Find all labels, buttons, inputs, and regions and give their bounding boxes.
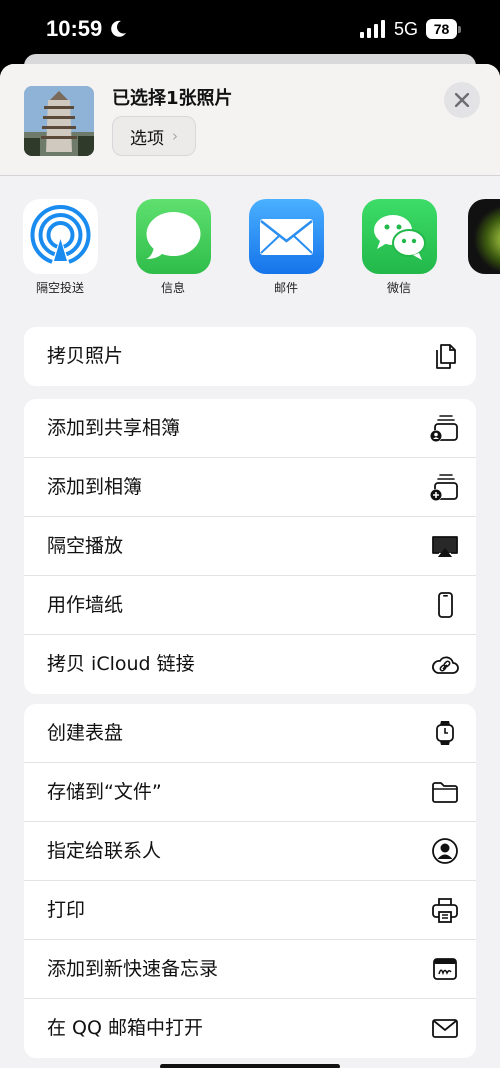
action-add-shared-album[interactable]: 添加到共享相簿 bbox=[24, 399, 476, 458]
action-label: 存储到“文件” bbox=[47, 781, 162, 803]
watch-icon bbox=[436, 721, 454, 745]
action-label: 创建表盘 bbox=[47, 722, 124, 744]
action-label: 拷贝 iCloud 链接 bbox=[47, 653, 195, 675]
contact-icon bbox=[432, 838, 458, 864]
home-indicator bbox=[160, 1064, 340, 1068]
copy-icon bbox=[436, 344, 456, 369]
signal-icon bbox=[360, 20, 385, 38]
action-label: 用作墙纸 bbox=[47, 594, 124, 616]
action-icloud-link[interactable]: 拷贝 iCloud 链接 bbox=[24, 635, 476, 694]
close-button[interactable] bbox=[444, 82, 480, 118]
action-assign-contact[interactable]: 指定给联系人 bbox=[24, 822, 476, 881]
add-album-icon bbox=[430, 474, 458, 501]
action-print[interactable]: 打印 bbox=[24, 881, 476, 940]
messages-icon bbox=[135, 199, 211, 274]
app-label-messages: 信息 bbox=[160, 281, 185, 295]
airdrop-icon bbox=[22, 199, 98, 274]
chevron-right-icon: › bbox=[172, 127, 178, 145]
app-label-airdrop: 隔空投送 bbox=[35, 281, 84, 295]
app-mail[interactable]: 邮件 bbox=[241, 199, 331, 296]
action-label: 打印 bbox=[47, 899, 86, 921]
battery-level: 78 bbox=[433, 21, 450, 37]
action-open-in-qqmail[interactable]: 在 QQ 邮箱中打开 bbox=[24, 999, 476, 1058]
app-messages[interactable]: 信息 bbox=[128, 199, 218, 296]
action-label: 添加到共享相簿 bbox=[47, 417, 181, 439]
options-button[interactable]: 选项 › bbox=[112, 116, 196, 156]
mail-icon bbox=[248, 199, 324, 274]
app-share-row: 隔空投送 信息 邮件 微信 bbox=[0, 199, 500, 299]
share-header: 已选择1张照片 选项 › bbox=[0, 64, 500, 176]
app-partial-next[interactable] bbox=[468, 199, 500, 274]
action-label: 在 QQ 邮箱中打开 bbox=[47, 1017, 203, 1039]
options-label: 选项 bbox=[130, 128, 164, 149]
app-airdrop[interactable]: 隔空投送 bbox=[15, 199, 105, 296]
envelope-icon bbox=[432, 1019, 458, 1038]
app-label-mail: 邮件 bbox=[273, 281, 298, 295]
action-save-to-files[interactable]: 存储到“文件” bbox=[24, 763, 476, 822]
action-group-share: 添加到共享相簿 添加到相簿 隔空播放 用作墙纸 拷贝 iCloud 链接 bbox=[24, 399, 476, 694]
share-sheet: 已选择1张照片 选项 › 隔空投送 信息 邮件 微信 拷贝照片 添加到共享相簿 … bbox=[0, 64, 500, 1068]
status-bar: 10:59 5G 78 bbox=[0, 0, 500, 60]
battery-icon: 78 bbox=[426, 19, 457, 39]
action-add-album[interactable]: 添加到相簿 bbox=[24, 458, 476, 517]
app-icon-partial bbox=[468, 199, 500, 274]
network-label: 5G bbox=[394, 19, 419, 39]
shared-album-icon bbox=[430, 415, 458, 442]
action-label: 指定给联系人 bbox=[47, 840, 162, 862]
status-time: 10:59 bbox=[46, 16, 103, 41]
moon-icon bbox=[111, 20, 126, 37]
action-label: 添加到相簿 bbox=[47, 476, 143, 498]
action-quick-note[interactable]: 添加到新快速备忘录 bbox=[24, 940, 476, 999]
photo-thumbnail bbox=[24, 86, 94, 156]
folder-icon bbox=[432, 782, 458, 803]
action-label: 拷贝照片 bbox=[47, 345, 124, 367]
action-copy-photo[interactable]: 拷贝照片 bbox=[24, 327, 476, 386]
airplay-icon bbox=[432, 536, 458, 557]
action-group-copy: 拷贝照片 bbox=[24, 327, 476, 386]
printer-icon bbox=[432, 898, 458, 923]
action-group-more: 创建表盘 存储到“文件” 指定给联系人 打印 添加到新快速备忘录 在 QQ 邮箱… bbox=[24, 704, 476, 1058]
app-label-wechat: 微信 bbox=[386, 281, 411, 295]
app-wechat[interactable]: 微信 bbox=[354, 199, 444, 296]
action-label: 添加到新快速备忘录 bbox=[47, 958, 219, 980]
action-airplay[interactable]: 隔空播放 bbox=[24, 517, 476, 576]
action-wallpaper[interactable]: 用作墙纸 bbox=[24, 576, 476, 635]
divider bbox=[0, 175, 500, 176]
header-title: 已选择1张照片 bbox=[112, 88, 233, 109]
icloud-link-icon bbox=[432, 656, 459, 674]
phone-icon bbox=[438, 592, 453, 618]
action-create-watch-face[interactable]: 创建表盘 bbox=[24, 704, 476, 763]
battery-tip bbox=[458, 26, 461, 33]
wechat-icon bbox=[361, 199, 437, 274]
action-label: 隔空播放 bbox=[47, 535, 124, 557]
close-icon bbox=[455, 93, 469, 107]
quick-note-icon bbox=[433, 958, 457, 980]
